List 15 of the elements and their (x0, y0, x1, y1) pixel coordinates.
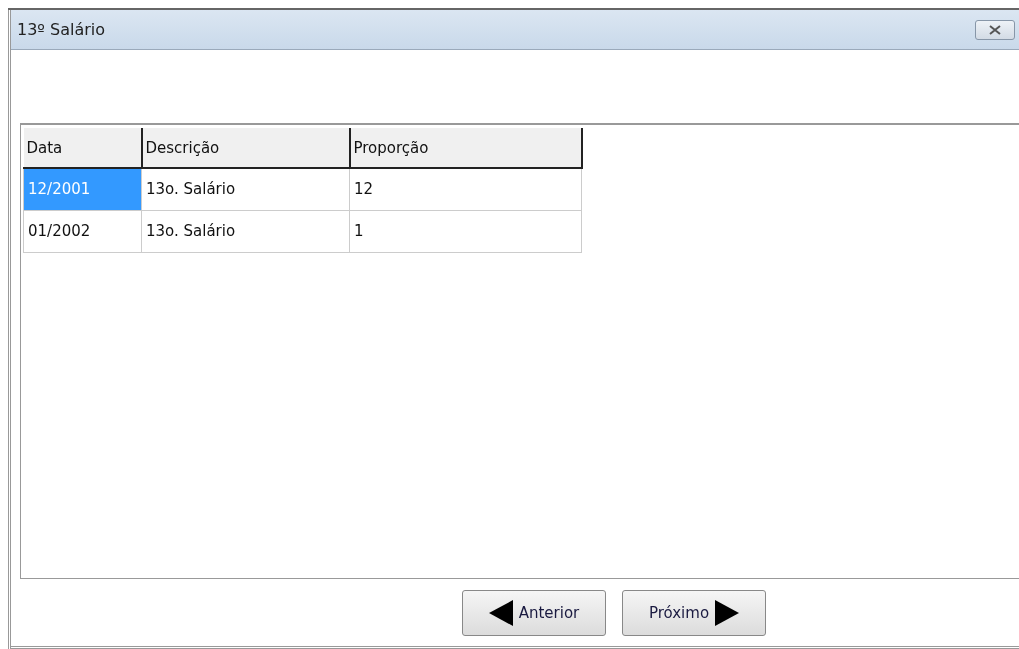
right-arrow-icon (715, 599, 740, 626)
window-title: 13º Salário (17, 20, 105, 39)
left-arrow-icon (488, 599, 513, 626)
column-header[interactable]: Descrição (141, 128, 350, 168)
close-icon (988, 24, 1002, 35)
table-cell[interactable]: 01/2002 (23, 210, 142, 252)
table-cell[interactable]: 13o. Salário (141, 168, 350, 210)
close-button[interactable] (975, 19, 1015, 40)
table-cell[interactable]: 1 (349, 210, 582, 252)
column-header[interactable]: Data (23, 128, 142, 168)
table-cell[interactable]: 13o. Salário (141, 210, 350, 252)
column-header[interactable]: Proporção (349, 128, 582, 168)
previous-button[interactable]: Anterior (462, 589, 606, 636)
table-cell[interactable]: 12 (349, 168, 582, 210)
next-button[interactable]: Próximo (622, 589, 766, 636)
